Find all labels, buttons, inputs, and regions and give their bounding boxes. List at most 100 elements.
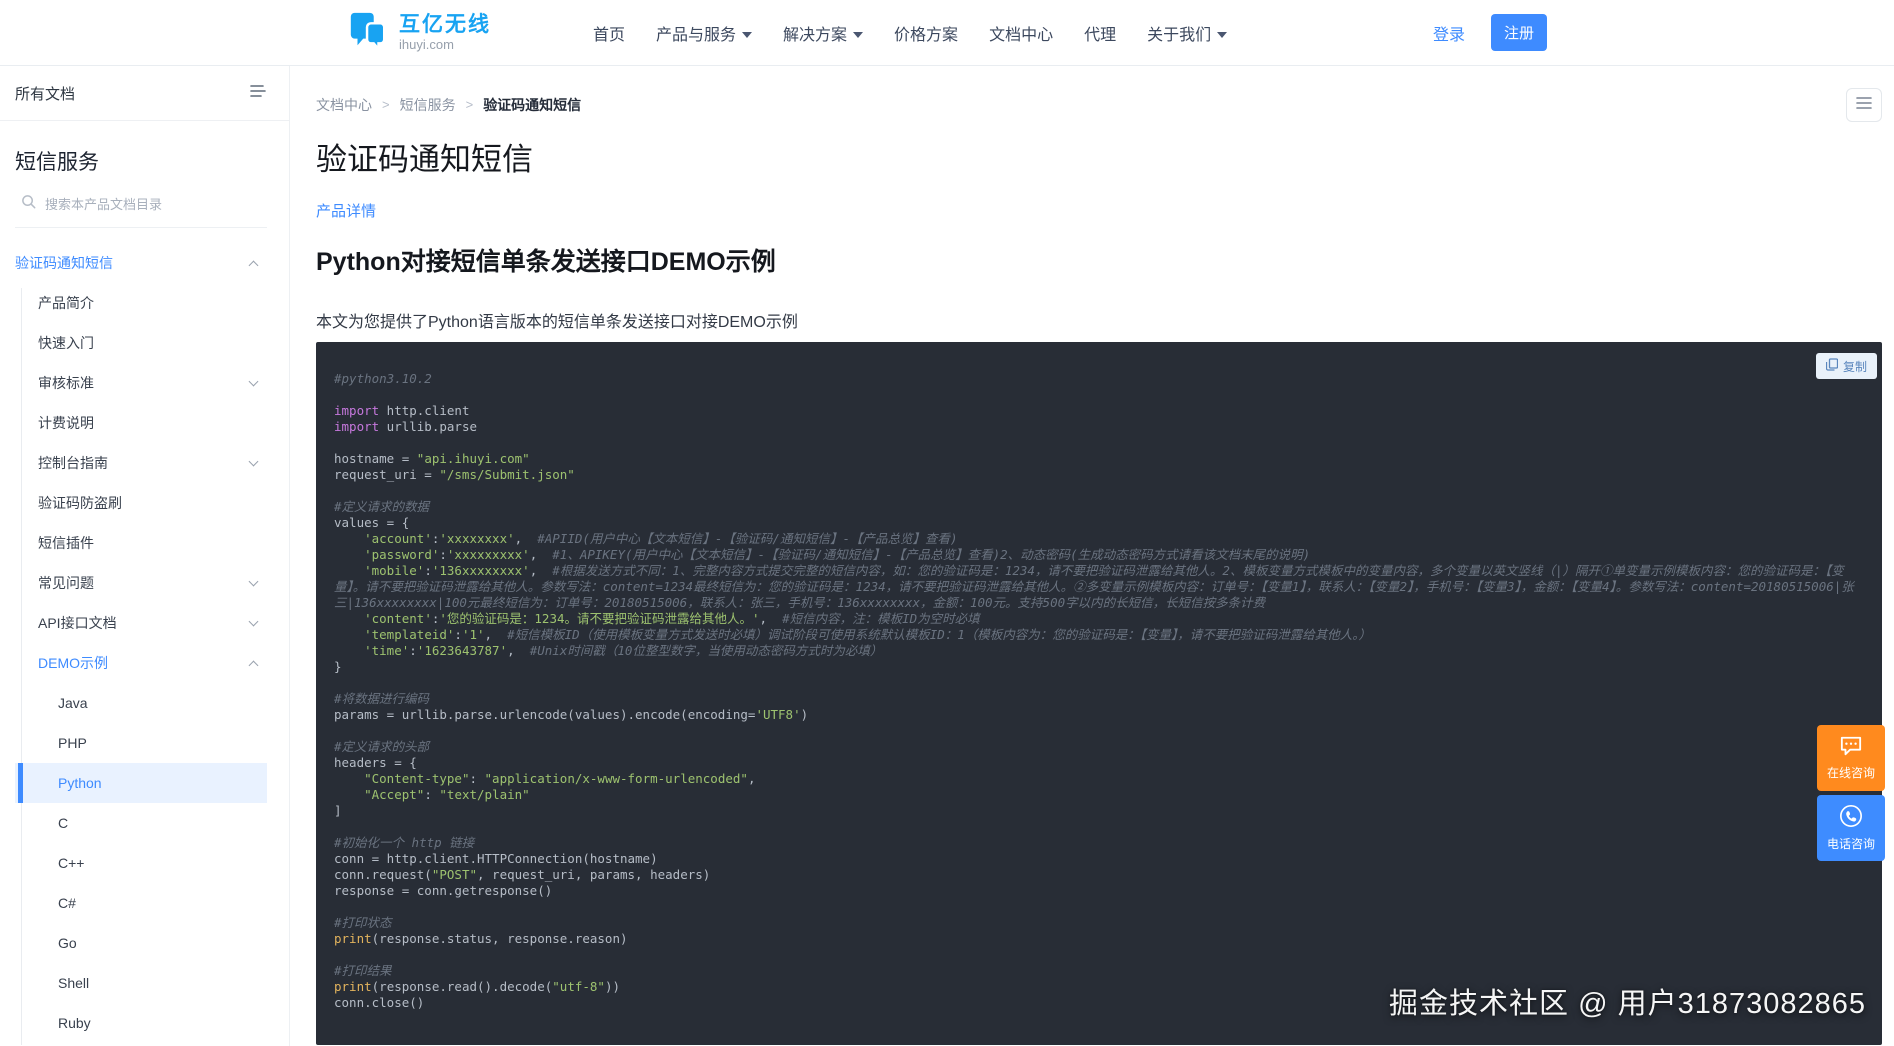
chevron-down-icon (249, 576, 259, 586)
logo-domain: ihuyi.com (399, 38, 491, 52)
nav-item-label: 价格方案 (894, 27, 958, 44)
online-consult-button[interactable]: 在线咨询 (1817, 725, 1885, 791)
code-line: 'password':'xxxxxxxxx', #1、APIKEY(用户中心【文… (334, 547, 1866, 563)
main-content: 文档中心>短信服务>验证码通知短信 验证码通知短信 产品详情 Python对接短… (290, 66, 1894, 1046)
chevron-down-icon (249, 376, 259, 386)
code-line: 'account':'xxxxxxxx', #APIID(用户中心【文本短信】-… (334, 531, 1866, 547)
sidebar-item-2[interactable]: 快速入门 (15, 323, 267, 363)
code-token: : (424, 563, 432, 578)
code-token: import (334, 403, 379, 418)
copy-button[interactable]: 复制 (1816, 353, 1877, 379)
sidebar-item-8[interactable]: 常见问题 (15, 563, 267, 603)
nav-item-6[interactable]: 关于我们 (1147, 21, 1227, 45)
sidebar-item-7[interactable]: 短信插件 (15, 523, 267, 563)
sidebar-item-9[interactable]: API接口文档 (15, 603, 267, 643)
nav-item-1[interactable]: 产品与服务 (656, 21, 752, 45)
sidebar-item-label: 短信插件 (38, 533, 94, 553)
sidebar-item-1[interactable]: 产品简介 (15, 283, 267, 323)
sidebar-item-php[interactable]: PHP (15, 723, 267, 763)
chat-bubble-icon (1839, 735, 1863, 760)
code-token: #打印状态 (334, 915, 392, 930)
list-icon[interactable] (250, 84, 266, 103)
logo-title: 互亿无线 (399, 13, 491, 36)
nav-item-label: 产品与服务 (656, 27, 736, 44)
code-line: import http.client (334, 403, 1866, 419)
code-token (334, 819, 342, 834)
code-token (334, 947, 342, 962)
code-line: "Accept": "text/plain" (334, 787, 1866, 803)
code-token: request_uri = (334, 467, 439, 482)
sidebar-item-java[interactable]: Java (15, 683, 267, 723)
code-line: values = { (334, 515, 1866, 531)
nav-item-2[interactable]: 解决方案 (783, 21, 863, 45)
nav-item-0[interactable]: 首页 (593, 21, 625, 45)
sidebar-item-python[interactable]: Python (15, 763, 267, 803)
sidebar-item-4[interactable]: 计费说明 (15, 403, 267, 443)
code-line: 'content':'您的验证码是：1234。请不要把验证码泄露给其他人。', … (334, 611, 1866, 627)
code-token: , (530, 563, 553, 578)
logo-text: 互亿无线 ihuyi.com (399, 13, 491, 52)
sidebar-item-label: 审核标准 (38, 373, 94, 393)
code-token: 'account' (364, 531, 432, 546)
sidebar-item-10[interactable]: DEMO示例 (15, 643, 267, 683)
sidebar-item-3[interactable]: 审核标准 (15, 363, 267, 403)
sidebar-item-cpp[interactable]: C++ (15, 843, 267, 883)
sidebar-item-0[interactable]: 验证码通知短信 (15, 243, 267, 283)
sidebar-search[interactable] (15, 194, 267, 228)
code-line (334, 723, 1866, 739)
sidebar-item-label: Java (58, 695, 88, 711)
code-token (334, 675, 342, 690)
login-link[interactable]: 登录 (1433, 21, 1465, 45)
code-token (334, 483, 342, 498)
floating-consult: 在线咨询 电话咨询 (1817, 725, 1885, 861)
code-line: 'time':'1623643787', #Unix时间戳（10位整型数字，当使… (334, 643, 1866, 659)
sidebar-item-go[interactable]: Go (15, 923, 267, 963)
code-line: 'mobile':'136xxxxxxxx', #根据发送方式不同：1、完整内容… (334, 563, 1866, 611)
product-detail-link[interactable]: 产品详情 (316, 200, 376, 221)
code-token: ] (334, 803, 342, 818)
code-block: 复制 #python3.10.2 import http.clientimpor… (316, 342, 1882, 1045)
sidebar-item-shell[interactable]: Shell (15, 963, 267, 1003)
breadcrumb-item-2: 验证码通知短信 (483, 95, 581, 115)
sidebar-item-label: Shell (58, 975, 89, 991)
code-token: 'UTF8' (755, 707, 800, 722)
code-token: : (439, 547, 447, 562)
product-title: 短信服务 (15, 146, 289, 176)
register-button[interactable]: 注册 (1491, 14, 1547, 51)
code-token: "text/plain" (439, 787, 529, 802)
code-token: 'mobile' (364, 563, 424, 578)
search-input[interactable] (45, 197, 225, 212)
code-token: "application/x-www-form-urlencoded" (485, 771, 748, 786)
sidebar-item-label: Go (58, 935, 77, 951)
code-line: #将数据进行编码 (334, 691, 1866, 707)
layout-shell: 所有文档 短信服务 验证码通知短信产品简介快速入门审核标准计费说明控制台 (0, 66, 1894, 1046)
breadcrumb-item-0[interactable]: 文档中心 (316, 95, 372, 115)
code-token: values = { (334, 515, 409, 530)
sidebar-item-label: Ruby (58, 1015, 91, 1031)
code-content: #python3.10.2 import http.clientimport u… (316, 342, 1882, 1011)
toc-menu-button[interactable] (1846, 88, 1882, 122)
code-line (334, 675, 1866, 691)
nav-item-5[interactable]: 代理 (1084, 21, 1116, 45)
demo-heading: Python对接短信单条发送接口DEMO示例 (316, 246, 1882, 279)
sidebar-item-csharp[interactable]: C# (15, 883, 267, 923)
code-line: conn.request("POST", request_uri, params… (334, 867, 1866, 883)
logo[interactable]: 互亿无线 ihuyi.com (347, 9, 491, 56)
code-token: #短信模板ID（使用模板变量方式发送时必填）调试阶段可使用系统默认模板ID：1（… (507, 627, 1371, 642)
nav-item-4[interactable]: 文档中心 (989, 21, 1053, 45)
sidebar-item-c[interactable]: C (15, 803, 267, 843)
code-line: print(response.status, response.reason) (334, 931, 1866, 947)
all-docs-link[interactable]: 所有文档 (15, 83, 75, 104)
sidebar-item-ruby[interactable]: Ruby (15, 1003, 267, 1043)
code-token: 'xxxxxxxxx' (447, 547, 530, 562)
code-token: #短信内容，注：模板ID为空时必填 (782, 611, 980, 626)
sidebar-item-label: Python (58, 775, 102, 791)
code-token: : (454, 627, 462, 642)
breadcrumb-item-1[interactable]: 短信服务 (400, 95, 456, 115)
intro-text: 本文为您提供了Python语言版本的短信单条发送接口对接DEMO示例 (316, 308, 1882, 332)
sidebar-item-5[interactable]: 控制台指南 (15, 443, 267, 483)
nav-item-3[interactable]: 价格方案 (894, 21, 958, 45)
sidebar-item-6[interactable]: 验证码防盗刷 (15, 483, 267, 523)
phone-consult-button[interactable]: 电话咨询 (1817, 795, 1885, 861)
code-token: ) (801, 707, 809, 722)
